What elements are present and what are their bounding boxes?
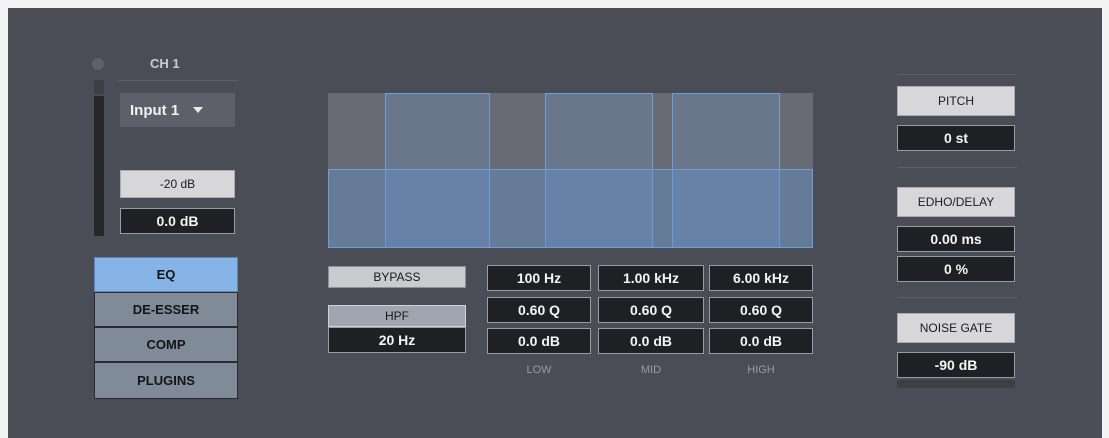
high-gain-field[interactable]: 0.0 dB: [709, 328, 813, 354]
pitch-value-field[interactable]: 0 st: [897, 125, 1015, 151]
gain-value-field[interactable]: 0.0 dB: [120, 208, 235, 234]
input-level-meter: [94, 96, 104, 236]
channel-title-divider: [118, 80, 238, 81]
mid-q-field[interactable]: 0.60 Q: [598, 297, 704, 323]
gate-threshold-field[interactable]: -90 dB: [897, 352, 1015, 378]
signal-led-icon: [92, 58, 104, 70]
gate-meter: [897, 380, 1015, 388]
tab-comp[interactable]: COMP: [94, 327, 238, 362]
low-gain-field[interactable]: 0.0 dB: [487, 328, 591, 354]
noise-gate-button[interactable]: NOISE GATE: [897, 313, 1015, 343]
bypass-button[interactable]: BYPASS: [328, 266, 466, 288]
delay-time-field[interactable]: 0.00 ms: [897, 226, 1015, 252]
pitch-divider-top: [897, 74, 1017, 75]
high-frequency-field[interactable]: 6.00 kHz: [709, 265, 813, 291]
mid-band-label: MID: [640, 364, 662, 376]
gate-divider-top: [897, 297, 1017, 298]
trim-button[interactable]: -20 dB: [120, 170, 235, 198]
mid-frequency-field[interactable]: 1.00 kHz: [598, 265, 704, 291]
low-band-label: LOW: [526, 364, 552, 376]
eq-graph[interactable]: [328, 93, 813, 248]
input-select[interactable]: Input 1: [120, 93, 235, 127]
hpf-frequency-field[interactable]: 20 Hz: [328, 327, 466, 353]
pitch-button[interactable]: PITCH: [897, 86, 1015, 116]
low-q-field[interactable]: 0.60 Q: [487, 297, 591, 323]
eq-response-area: [328, 169, 813, 248]
high-q-field[interactable]: 0.60 Q: [709, 297, 813, 323]
hpf-button[interactable]: HPF: [328, 305, 466, 327]
high-band-label: HIGH: [747, 364, 775, 376]
low-frequency-field[interactable]: 100 Hz: [487, 265, 591, 291]
echo-delay-button[interactable]: EDHO/DELAY: [897, 187, 1015, 217]
delay-divider-top: [897, 167, 1017, 168]
delay-mix-field[interactable]: 0 %: [897, 256, 1015, 282]
tab-de-esser[interactable]: DE-ESSER: [94, 292, 238, 327]
chevron-down-icon: [193, 107, 204, 113]
mid-gain-field[interactable]: 0.0 dB: [598, 328, 704, 354]
channel-title: CH 1: [150, 56, 180, 71]
input-select-value: Input 1: [130, 101, 180, 119]
tab-plugins[interactable]: PLUGINS: [94, 362, 238, 399]
tab-eq[interactable]: EQ: [94, 257, 238, 292]
input-meter-peak: [94, 80, 104, 94]
